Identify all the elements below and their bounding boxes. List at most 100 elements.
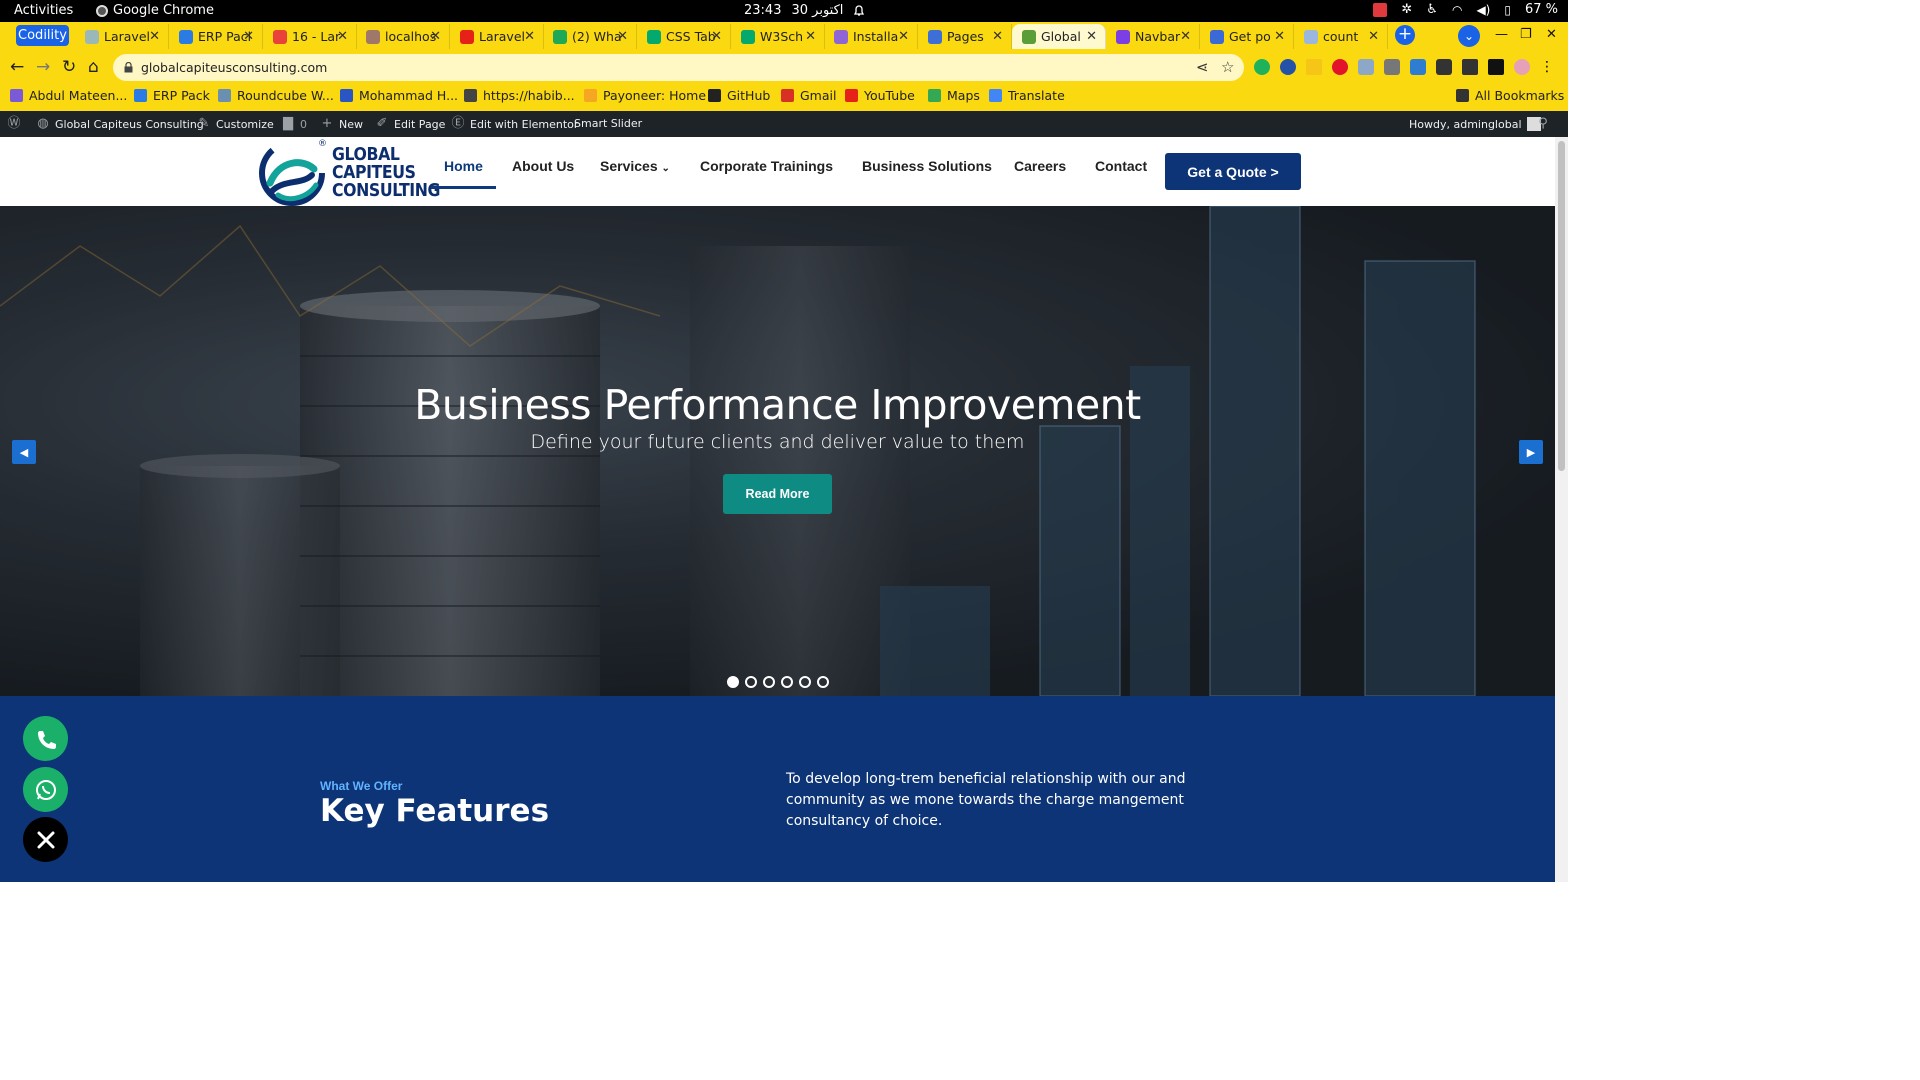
extensions-puzzle-icon[interactable] — [1436, 59, 1452, 75]
slider-dot[interactable] — [817, 676, 829, 688]
slack-icon[interactable]: ✲ — [1401, 2, 1412, 17]
tab-close-icon[interactable]: ✕ — [711, 29, 722, 44]
reading-list-icon[interactable] — [1462, 59, 1478, 75]
wp-site-link[interactable]: ◍ Global Capiteus Consulting — [36, 117, 203, 131]
browser-tab[interactable]: Navbar ✕ — [1106, 24, 1200, 49]
browser-tab[interactable]: ERP Pack ✕ — [169, 24, 263, 49]
wp-smart-slider[interactable]: Smart Slider — [574, 117, 642, 130]
tab-close-icon[interactable]: ✕ — [1086, 29, 1097, 44]
wp-logo-menu[interactable]: Ⓦ — [7, 117, 21, 131]
page-scrollbar[interactable] — [1555, 137, 1568, 882]
wp-elementor[interactable]: Ⓔ Edit with Elementor — [451, 117, 578, 131]
browser-tab[interactable]: Pages ✕ — [918, 24, 1012, 49]
extension-fi-icon[interactable] — [1410, 59, 1426, 75]
new-tab-button[interactable]: + — [1395, 25, 1415, 45]
wp-customize[interactable]: ✎ Customize — [197, 117, 274, 131]
clock[interactable]: 23:43 30 اکتوبر — [744, 3, 865, 18]
call-button[interactable] — [23, 716, 68, 761]
address-bar[interactable]: globalcapiteusconsulting.com ⋖ ☆ — [113, 54, 1244, 81]
bookmark-item[interactable]: https://habib... — [464, 88, 575, 103]
bookmark-item[interactable]: YouTube — [845, 88, 915, 103]
tab-close-icon[interactable]: ✕ — [430, 29, 441, 44]
close-floating-button[interactable] — [23, 817, 68, 862]
bookmark-item[interactable]: Abdul Mateen... — [10, 88, 127, 103]
browser-tab[interactable]: W3Sch ✕ — [731, 24, 825, 49]
read-more-button[interactable]: Read More — [723, 474, 832, 514]
bookmark-item[interactable]: Gmail — [781, 88, 836, 103]
bookmark-item[interactable]: Mohammad H... — [340, 88, 458, 103]
slider-prev-button[interactable]: ◀ — [12, 440, 36, 464]
nav-contact[interactable]: Contact — [1095, 158, 1147, 174]
tab-close-icon[interactable]: ✕ — [524, 29, 535, 44]
slider-dot[interactable] — [763, 676, 775, 688]
back-button[interactable]: ← — [10, 57, 24, 77]
volume-icon[interactable]: ◀) — [1476, 3, 1490, 17]
nav-business-solutions[interactable]: Business Solutions — [862, 158, 992, 174]
browser-tab[interactable]: (2) Wha ✕ — [543, 24, 637, 49]
browser-tab[interactable]: count ✕ — [1294, 24, 1388, 49]
restore-button[interactable]: ❐ — [1520, 27, 1532, 42]
bookmark-item[interactable]: Roundcube W... — [218, 88, 334, 103]
reload-button[interactable]: ↻ — [62, 57, 76, 77]
nav-careers[interactable]: Careers — [1014, 158, 1066, 174]
browser-tab[interactable]: CSS Tab ✕ — [637, 24, 731, 49]
wp-account[interactable]: Howdy, adminglobal — [1409, 117, 1541, 131]
forward-button[interactable]: → — [36, 57, 50, 77]
slider-dot[interactable] — [799, 676, 811, 688]
slider-dot[interactable] — [727, 676, 739, 688]
browser-tab[interactable]: 16 - Lar ✕ — [263, 24, 357, 49]
bookmark-item[interactable]: Translate — [989, 88, 1065, 103]
accessibility-icon[interactable]: ♿ — [1426, 2, 1438, 17]
extension-pencil-icon[interactable] — [1306, 59, 1322, 75]
extension-robot-icon[interactable] — [1384, 59, 1400, 75]
scrollbar-thumb[interactable] — [1558, 141, 1565, 471]
bookmark-item[interactable]: ERP Pack — [134, 88, 210, 103]
lock-icon[interactable] — [124, 61, 133, 73]
app-menu[interactable]: Google Chrome — [96, 3, 214, 18]
close-window-button[interactable]: ✕ — [1546, 27, 1557, 42]
whatsapp-button[interactable] — [23, 767, 68, 812]
extension-grammarly-icon[interactable] — [1254, 59, 1270, 75]
slider-dot[interactable] — [781, 676, 793, 688]
profile-avatar[interactable] — [1514, 59, 1530, 75]
site-logo[interactable]: GLOBAL CAPITEUS CONSULTING ® — [258, 139, 440, 207]
wp-search[interactable]: ⚲ — [1536, 117, 1550, 131]
wp-edit-page[interactable]: ✐ Edit Page — [375, 117, 446, 131]
extension-opera-icon[interactable] — [1332, 59, 1348, 75]
extension-camera-icon[interactable] — [1358, 59, 1374, 75]
wp-comments[interactable]: ▇ 0 — [281, 117, 307, 131]
tab-close-icon[interactable]: ✕ — [1274, 29, 1285, 44]
browser-tab[interactable]: localhost ✕ — [356, 24, 450, 49]
minimize-button[interactable]: — — [1495, 27, 1508, 42]
share-icon[interactable]: ⋖ — [1196, 58, 1209, 76]
activities-button[interactable]: Activities — [14, 3, 73, 18]
browser-tab[interactable]: Global ✕ — [1012, 24, 1106, 49]
browser-tab[interactable]: Installa ✕ — [824, 24, 918, 49]
tab-close-icon[interactable]: ✕ — [1368, 29, 1379, 44]
nav-about-us[interactable]: About Us — [512, 158, 574, 174]
browser-tab[interactable]: Laravel ✕ — [450, 24, 544, 49]
anydesk-icon[interactable] — [1373, 2, 1388, 17]
extension-blue-icon[interactable] — [1280, 59, 1296, 75]
chrome-menu-icon[interactable]: ⋮ — [1540, 59, 1554, 75]
tab-close-icon[interactable]: ✕ — [992, 29, 1003, 44]
slider-next-button[interactable]: ▶ — [1519, 440, 1543, 464]
browser-tab[interactable]: Get po ✕ — [1200, 24, 1294, 49]
browser-tab[interactable]: Laravel ✕ — [75, 24, 169, 49]
tab-close-icon[interactable]: ✕ — [149, 29, 160, 44]
tab-close-icon[interactable]: ✕ — [617, 29, 628, 44]
bookmark-item[interactable]: Maps — [928, 88, 980, 103]
side-panel-icon[interactable] — [1488, 59, 1504, 75]
all-bookmarks-button[interactable]: All Bookmarks — [1456, 88, 1564, 103]
tab-search-button[interactable]: ⌄ — [1458, 25, 1480, 47]
wp-new[interactable]: + New — [320, 117, 363, 131]
home-button[interactable]: ⌂ — [88, 57, 99, 77]
nav-corporate-trainings[interactable]: Corporate Trainings — [700, 158, 833, 174]
slider-dot[interactable] — [745, 676, 757, 688]
tab-close-icon[interactable]: ✕ — [243, 29, 254, 44]
tab-group-codility[interactable]: Codility — [16, 25, 69, 46]
nav-services[interactable]: Services ⌄ — [600, 158, 670, 174]
bookmark-item[interactable]: GitHub — [708, 88, 770, 103]
tab-close-icon[interactable]: ✕ — [898, 29, 909, 44]
battery-icon[interactable]: ▯ — [1504, 3, 1511, 17]
